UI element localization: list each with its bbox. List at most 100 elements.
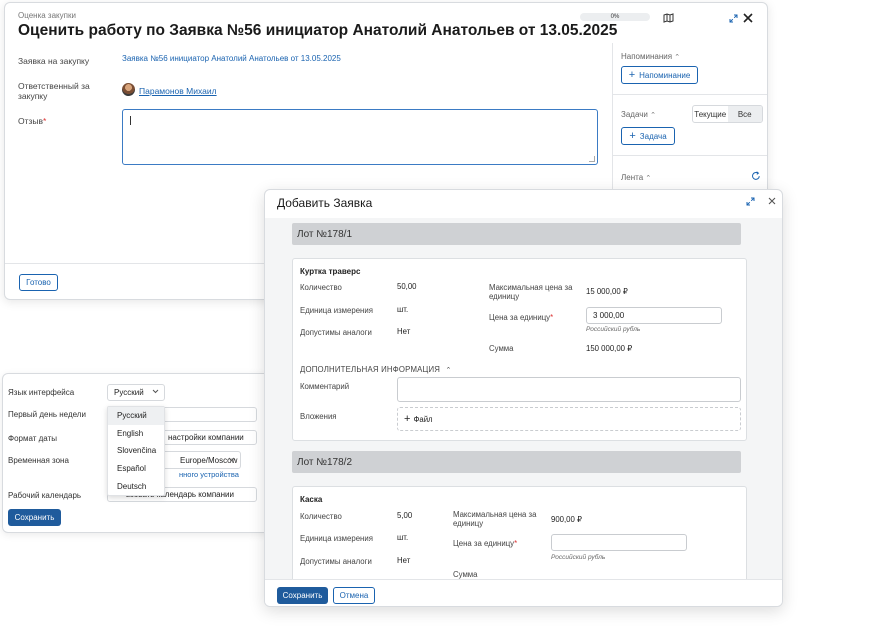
- max-price-value: 900,00 ₽: [551, 515, 582, 524]
- max-price-label-line-2: единицу: [489, 292, 520, 301]
- unit-price-label-text: Цена за единицу: [489, 313, 551, 322]
- unit-price-label: Цена за единицу*: [489, 313, 553, 322]
- modal-title: Добавить Заявка: [277, 196, 373, 210]
- calendar-label: Рабочий календарь: [8, 491, 82, 500]
- tasks-title[interactable]: Задачи ⌃: [621, 110, 656, 119]
- modal-save-button[interactable]: Сохранить: [277, 587, 328, 604]
- quantity-label: Количество: [300, 283, 342, 292]
- unit-value: шт.: [397, 533, 409, 542]
- analogs-value: Нет: [397, 327, 411, 336]
- reminders-title-text: Напоминания: [621, 52, 673, 61]
- comment-input[interactable]: [397, 377, 741, 402]
- item-name: Куртка траверс: [300, 267, 361, 276]
- item-name: Каска: [300, 495, 323, 504]
- reminders-title[interactable]: Напоминания ⌃: [621, 52, 680, 61]
- settings-panel: Язык интерфейса Русский Первый день неде…: [2, 373, 283, 533]
- sidebar-divider: [613, 94, 767, 95]
- language-label: Язык интерфейса: [8, 388, 75, 397]
- file-dropzone[interactable]: + Файл: [397, 407, 741, 431]
- unit-label: Единица измерения: [300, 534, 373, 543]
- language-dropdown: Русский English Slovenčina Español Deuts…: [107, 406, 165, 496]
- request-link[interactable]: Заявка №56 инициатор Анатолий Анатольев …: [122, 54, 341, 63]
- review-label: Отзыв*: [18, 116, 46, 126]
- add-reminder-label: Напоминание: [639, 70, 691, 80]
- chevron-up-icon: ⌃: [650, 112, 656, 119]
- review-textarea[interactable]: [122, 109, 598, 165]
- currency-note: Российский рубль: [586, 326, 641, 333]
- quantity-value: 50,00: [397, 282, 417, 291]
- tasks-filter-current[interactable]: Текущие: [693, 106, 728, 122]
- text-caret: [130, 116, 131, 125]
- modal-footer: Сохранить Отмена: [265, 579, 782, 606]
- required-mark: *: [514, 539, 518, 548]
- lot-card: Каска Количество 5,00 Единица измерения …: [292, 486, 747, 579]
- max-price-label: Максимальная цена за единицу: [489, 283, 572, 301]
- timezone-label: Временная зона: [8, 456, 69, 465]
- close-icon[interactable]: [768, 197, 776, 205]
- language-option[interactable]: Slovenčina: [108, 442, 164, 460]
- language-option[interactable]: Deutsch: [108, 477, 164, 495]
- attachments-label: Вложения: [300, 412, 337, 421]
- refresh-icon[interactable]: [751, 171, 761, 181]
- quantity-label: Количество: [300, 512, 342, 521]
- add-task-label: Задача: [639, 131, 667, 141]
- language-option[interactable]: Español: [108, 460, 164, 478]
- language-select-value: Русский: [114, 388, 144, 397]
- settings-save-button[interactable]: Сохранить: [8, 509, 61, 526]
- chevron-down-icon: [228, 457, 235, 462]
- add-task-button[interactable]: + Задача: [621, 127, 675, 145]
- date-format-value: настройки компании: [168, 433, 244, 442]
- feed-title-text: Лента: [621, 173, 644, 182]
- unit-price-label-text: Цена за единицу: [453, 539, 515, 548]
- tasks-title-text: Задачи: [621, 110, 648, 119]
- add-file-label: Файл: [413, 414, 433, 424]
- timezone-device-link[interactable]: нного устройства: [179, 470, 239, 479]
- tasks-filter: Текущие Все: [692, 105, 763, 123]
- plus-icon: +: [628, 69, 636, 81]
- responsible-label-line-2: закупку: [18, 91, 48, 101]
- language-option[interactable]: Русский: [108, 407, 164, 425]
- avatar[interactable]: [122, 83, 135, 96]
- plus-icon: +: [629, 130, 636, 142]
- expand-icon[interactable]: [746, 197, 755, 206]
- review-label-text: Отзыв: [18, 116, 44, 126]
- expand-icon[interactable]: [726, 11, 740, 25]
- lot-header: Лот №178/1: [292, 223, 741, 245]
- responsible-label: Ответственный за закупку: [18, 81, 90, 101]
- unit-price-input[interactable]: [551, 534, 687, 551]
- lot-header: Лот №178/2: [292, 451, 741, 473]
- extra-info-toggle[interactable]: ДОПОЛНИТЕЛЬНАЯ ИНФОРМАЦИЯ ⌃: [300, 365, 452, 374]
- map-icon[interactable]: [661, 11, 675, 25]
- unit-value: шт.: [397, 305, 409, 314]
- first-day-label: Первый день недели: [8, 410, 86, 419]
- lot-card: Куртка траверс Количество 50,00 Единица …: [292, 258, 747, 441]
- breadcrumb: Оценка закупки: [18, 11, 76, 20]
- quantity-value: 5,00: [397, 511, 413, 520]
- max-price-label: Максимальная цена за единицу: [453, 510, 536, 528]
- done-button[interactable]: Готово: [19, 274, 58, 291]
- page-title: Оценить работу по Заявка №56 инициатор А…: [18, 22, 618, 39]
- modal-cancel-button[interactable]: Отмена: [333, 587, 375, 604]
- max-price-label-line-1: Максимальная цена за: [489, 283, 573, 292]
- tasks-filter-all[interactable]: Все: [727, 106, 762, 122]
- language-option[interactable]: English: [108, 425, 164, 443]
- max-price-value: 15 000,00 ₽: [586, 287, 628, 296]
- unit-price-input[interactable]: 3 000,00: [586, 307, 722, 324]
- plus-icon: +: [404, 413, 411, 425]
- close-icon[interactable]: [741, 11, 755, 25]
- max-price-label-line-2: единицу: [453, 519, 484, 528]
- progress-text: 0%: [610, 14, 620, 20]
- chevron-up-icon: ⌃: [674, 54, 681, 61]
- responsible-user-link[interactable]: Парамонов Михаил: [139, 86, 217, 96]
- add-request-modal: Добавить Заявка Лот №178/1 Куртка травер…: [264, 189, 783, 607]
- sidebar-divider: [613, 155, 767, 156]
- language-select[interactable]: Русский: [107, 384, 165, 401]
- unit-label: Единица измерения: [300, 306, 373, 315]
- sum-value: 150 000,00 ₽: [586, 344, 633, 353]
- request-label: Заявка на закупку: [18, 56, 90, 66]
- comment-label: Комментарий: [300, 382, 350, 391]
- feed-title[interactable]: Лента ⌃: [621, 173, 651, 182]
- resize-grip-icon[interactable]: [589, 156, 595, 162]
- add-reminder-button[interactable]: + Напоминание: [621, 66, 698, 84]
- extra-info-title: ДОПОЛНИТЕЛЬНАЯ ИНФОРМАЦИЯ: [300, 365, 441, 374]
